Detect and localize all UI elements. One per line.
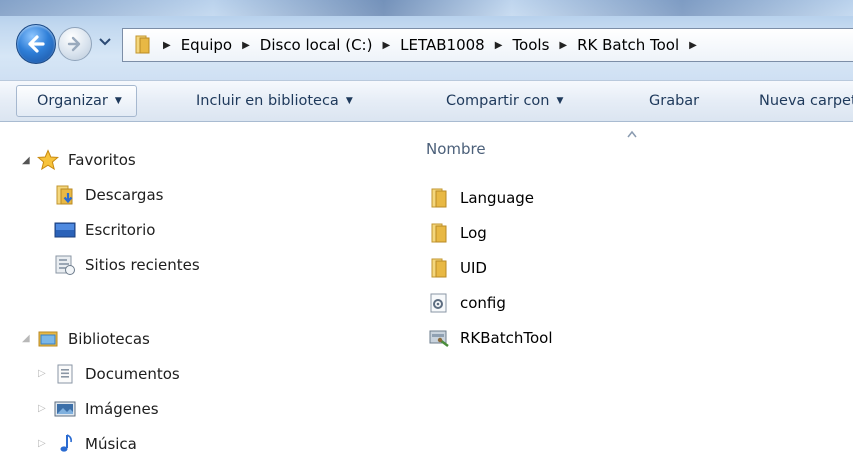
share-with-button[interactable]: Compartir con ▼ (446, 89, 563, 113)
file-name: UID (460, 259, 487, 277)
breadcrumb-item-letab1008[interactable]: LETAB1008 (400, 36, 485, 54)
folder-icon (431, 258, 447, 278)
nav-item-label: Imágenes (85, 400, 159, 418)
collapse-arrow-icon[interactable]: ◢ (22, 155, 30, 166)
file-item-uid[interactable]: UID (428, 255, 487, 281)
chevron-down-icon: ▼ (345, 96, 353, 106)
breadcrumb-item-disco-local[interactable]: Disco local (C:) (260, 36, 373, 54)
address-box[interactable]: ▶ Equipo ▶ Disco local (C:) ▶ LETAB1008 … (122, 28, 853, 62)
nav-item-label: Sitios recientes (85, 256, 200, 274)
forward-button[interactable] (58, 27, 92, 61)
breadcrumb-item-rk-batch-tool[interactable]: RK Batch Tool (577, 36, 679, 54)
settings-file-icon (430, 293, 447, 313)
burn-button[interactable]: Grabar (649, 89, 699, 113)
recent-places-icon (55, 255, 75, 275)
burn-label: Grabar (649, 93, 700, 109)
nav-libraries-label: Bibliotecas (68, 330, 150, 348)
share-with-label: Compartir con (446, 93, 550, 109)
file-name: Log (460, 224, 487, 242)
folder-icon (431, 188, 447, 208)
expand-arrow-icon[interactable]: ▷ (38, 403, 46, 414)
new-folder-label: Nueva carpeta (759, 93, 853, 109)
documents-icon (57, 364, 73, 384)
back-arrow-icon (28, 35, 45, 53)
chevron-right-icon[interactable]: ▶ (242, 40, 250, 51)
file-name: Language (460, 189, 535, 207)
nav-item-label: Escritorio (85, 221, 156, 239)
nav-favorites[interactable]: Favoritos (37, 147, 136, 173)
file-name: config (460, 294, 506, 312)
recent-pages-dropdown-icon[interactable] (98, 35, 112, 49)
chevron-right-icon[interactable]: ▶ (163, 40, 171, 51)
nav-item-label: Música (85, 435, 137, 453)
breadcrumb: ▶ Equipo ▶ Disco local (C:) ▶ LETAB1008 … (163, 29, 707, 61)
chevron-right-icon[interactable]: ▶ (689, 40, 697, 51)
file-name: RKBatchTool (460, 329, 553, 347)
breadcrumb-item-equipo[interactable]: Equipo (181, 36, 232, 54)
navigation-pane: ◢ Favoritos Descargas Escritorio Sitios … (0, 121, 400, 453)
breadcrumb-item-tools[interactable]: Tools (512, 36, 549, 54)
file-item-log[interactable]: Log (428, 220, 487, 246)
new-folder-button[interactable]: Nueva carpeta (759, 89, 853, 113)
chevron-right-icon[interactable]: ▶ (382, 40, 390, 51)
expand-arrow-icon[interactable]: ▷ (38, 368, 46, 379)
downloads-folder-icon (56, 185, 73, 205)
include-in-library-label: Incluir en biblioteca (196, 93, 339, 109)
application-icon (429, 330, 449, 347)
collapse-arrow-icon[interactable]: ◢ (22, 333, 30, 344)
desktop-icon (54, 222, 76, 238)
music-icon (60, 434, 72, 452)
file-item-config[interactable]: config (428, 290, 506, 316)
chevron-down-icon: ▼ (556, 96, 564, 106)
nav-item-imagenes[interactable]: Imágenes (54, 396, 159, 422)
expand-arrow-icon[interactable]: ▷ (38, 438, 46, 449)
folder-icon (135, 35, 150, 54)
nav-libraries[interactable]: Bibliotecas (37, 326, 150, 352)
organize-label: Organizar (37, 93, 108, 109)
file-list-pane: Nombre Language Log UID config RKBatchTo… (401, 121, 853, 443)
glass-frame (0, 0, 853, 16)
nav-item-descargas[interactable]: Descargas (54, 182, 163, 208)
column-header-name[interactable]: Nombre (426, 140, 486, 158)
nav-favorites-label: Favoritos (68, 151, 136, 169)
star-icon (37, 149, 59, 171)
folder-icon (431, 223, 447, 243)
chevron-down-icon: ▼ (114, 96, 122, 106)
sort-ascending-icon (627, 130, 637, 138)
back-button[interactable] (16, 24, 56, 64)
nav-item-label: Documentos (85, 365, 180, 383)
nav-item-sitios-recientes[interactable]: Sitios recientes (54, 252, 200, 278)
chevron-right-icon[interactable]: ▶ (495, 40, 503, 51)
libraries-icon (38, 331, 58, 347)
chevron-right-icon[interactable]: ▶ (559, 40, 567, 51)
file-item-rkbatchtool[interactable]: RKBatchTool (428, 325, 553, 351)
command-bar: Organizar ▼ Incluir en biblioteca ▼ Comp… (0, 80, 853, 122)
address-bar-area: ▶ Equipo ▶ Disco local (C:) ▶ LETAB1008 … (0, 0, 853, 80)
nav-item-documentos[interactable]: Documentos (54, 361, 180, 387)
nav-item-escritorio[interactable]: Escritorio (54, 217, 155, 243)
include-in-library-button[interactable]: Incluir en biblioteca ▼ (196, 89, 353, 113)
nav-item-label: Descargas (85, 186, 164, 204)
file-item-language[interactable]: Language (428, 185, 534, 211)
forward-arrow-icon (67, 36, 81, 52)
nav-item-musica[interactable]: Música (54, 431, 137, 457)
pictures-icon (54, 401, 76, 417)
organize-button[interactable]: Organizar ▼ (16, 85, 137, 117)
